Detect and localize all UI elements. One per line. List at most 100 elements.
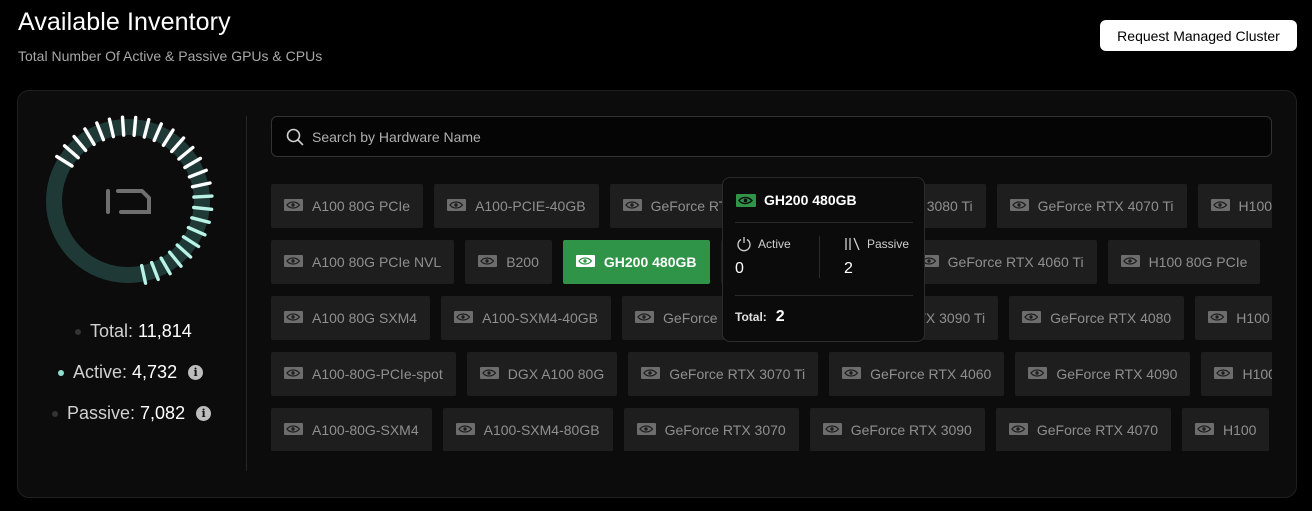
nvidia-icon (455, 422, 475, 438)
stat-passive: Passive: 7,082 i (52, 403, 212, 424)
hardware-chip-label: H100 (1222, 422, 1257, 438)
gauge-track (46, 119, 210, 283)
active-label: Active: (73, 362, 128, 382)
hardware-chip-label: GeForce RTX 3070 Ti (669, 366, 806, 382)
page-title: Available Inventory (18, 8, 231, 36)
hardware-chip[interactable]: DGX A100 80G (466, 352, 618, 396)
hardware-chip[interactable]: A100-80G-SXM4 (271, 408, 432, 451)
hardware-chip-label: A100-SXM4-80GB (483, 422, 600, 438)
passive-dot (52, 410, 58, 417)
tooltip-divider (735, 222, 913, 223)
hardware-chip-label: DGX A100 80G (507, 366, 605, 382)
tooltip-passive-label: Passive (844, 236, 909, 252)
hardware-chip-label: GeForce RTX 4080 (1050, 310, 1172, 326)
hardware-chip[interactable]: A100-80G-PCIe-spot (271, 352, 456, 396)
tooltip-total: Total: 2 (735, 308, 785, 326)
tooltip-vertical-divider (819, 236, 820, 278)
search-input[interactable] (312, 128, 1212, 145)
nvidia-icon (284, 366, 303, 382)
hardware-chip-label: H100 (1236, 310, 1270, 326)
inventory-panel: Total: 11,814 Active: 4,732 i Passive: 7… (17, 90, 1297, 498)
nvidia-icon (1210, 198, 1230, 214)
nvidia-icon (1028, 366, 1048, 382)
tooltip-passive-value: 2 (844, 260, 853, 277)
nvidia-icon (636, 422, 656, 438)
hardware-chip[interactable]: H100 (1195, 296, 1272, 340)
hardware-chip[interactable]: A100-SXM4-40GB (441, 296, 612, 340)
hardware-chip[interactable]: GeForce RTX 4080 (1009, 296, 1185, 340)
hardware-chip[interactable]: A100 80G PCIe (271, 184, 424, 228)
hardware-chip[interactable]: A100 80G SXM4 (271, 296, 431, 340)
hardware-chip[interactable]: H100 80G PCIe (1107, 240, 1261, 284)
hardware-chip-label: A100-80G-PCIe-spot (312, 366, 443, 382)
hardware-chip[interactable]: GeForce RTX 4060 Ti (906, 240, 1097, 284)
hardware-chip[interactable]: GeForce RTX 4060 (829, 352, 1005, 396)
active-info-icon[interactable]: i (188, 365, 204, 380)
stat-total: Total: 11,814 (75, 321, 192, 342)
hardware-chip[interactable]: GeForce RTX 4070 (995, 408, 1171, 451)
hardware-chip-label: A100 80G PCIe (312, 198, 411, 214)
hardware-chip-label: A100-SXM4-40GB (482, 310, 599, 326)
hardware-chip-label: GeForce RTX 4060 Ti (947, 254, 1084, 270)
tooltip-divider-2 (735, 295, 913, 296)
nvidia-icon (284, 310, 303, 326)
nvidia-icon (478, 254, 498, 270)
nvidia-icon (284, 254, 303, 270)
passive-info-icon[interactable]: i (196, 406, 212, 421)
hardware-chip-label: B200 (506, 254, 539, 270)
hardware-chip-label: GeForce RTX 4070 Ti (1037, 198, 1174, 214)
passive-icon (845, 237, 860, 251)
nvidia-icon (635, 310, 655, 326)
hardware-chip[interactable]: GeForce RTX 3070 Ti (628, 352, 819, 396)
nvidia-icon (1022, 310, 1042, 326)
total-dot (75, 328, 81, 335)
nvidia-icon (1214, 366, 1234, 382)
hardware-row: A100-80G-PCIe-spot DGX A100 80G GeForce RT… (271, 352, 1272, 396)
nvidia-icon (284, 422, 303, 438)
nvidia-icon (641, 366, 661, 382)
request-managed-cluster-button[interactable]: Request Managed Cluster (1100, 20, 1297, 51)
active-dot (58, 369, 64, 376)
hardware-chip-label: H100 (1242, 366, 1272, 382)
hardware-chip[interactable]: A100-SXM4-80GB (442, 408, 613, 451)
search-icon (286, 128, 304, 145)
hardware-chip[interactable]: A100-PCIE-40GB (434, 184, 599, 228)
nvidia-icon (1120, 254, 1140, 270)
hardware-chip[interactable]: GeForce RTX 4070 Ti (996, 184, 1187, 228)
gauge-tick (191, 205, 214, 212)
tooltip-total-label: Total: (735, 310, 767, 324)
hardware-row: A100-80G-SXM4 A100-SXM4-80GB GeForce RTX 3… (271, 408, 1270, 451)
hardware-chip-label: A100-PCIE-40GB (475, 198, 586, 214)
hardware-chip-label: A100-80G-SXM4 (312, 422, 419, 438)
nvidia-icon (1208, 310, 1228, 326)
nvidia-icon (447, 198, 467, 214)
hardware-chip[interactable]: H100 (1197, 184, 1272, 228)
io-logo-icon (106, 189, 151, 214)
hardware-chip-label: A100 80G SXM4 (312, 310, 418, 326)
tooltip-title: GH200 480GB (764, 192, 857, 208)
active-value: 4,732 (132, 362, 178, 382)
hardware-chip-label: GeForce RTX 4070 (1036, 422, 1158, 438)
power-icon (737, 237, 751, 252)
nvidia-icon (1194, 422, 1214, 438)
gauge-tick (132, 115, 138, 137)
hardware-chip[interactable]: GeForce RTX 4090 (1015, 352, 1191, 396)
nvidia-icon (454, 310, 474, 326)
hardware-chip[interactable]: GH200 480GB (562, 240, 710, 284)
hardware-chip[interactable]: B200 (465, 240, 552, 284)
hardware-chip[interactable]: H100 (1181, 408, 1270, 451)
page-subtitle: Total Number Of Active & Passive GPUs & … (18, 48, 323, 64)
hardware-chip-label: GeForce RTX 4090 (1056, 366, 1178, 382)
passive-value: 7,082 (140, 403, 186, 423)
hardware-chip[interactable]: A100 80G PCIe NVL (271, 240, 455, 284)
nvidia-icon (736, 193, 756, 207)
hardware-chip[interactable]: GeForce RTX 3070 (623, 408, 799, 451)
hardware-chip[interactable]: GeForce RTX 3090 (809, 408, 985, 451)
inventory-gauge (46, 115, 214, 285)
nvidia-icon (575, 254, 595, 270)
hardware-chip[interactable]: H100 (1201, 352, 1272, 396)
tooltip-total-value: 2 (775, 308, 785, 325)
nvidia-icon (842, 366, 862, 382)
hardware-search[interactable] (271, 116, 1272, 157)
nvidia-icon (479, 366, 499, 382)
